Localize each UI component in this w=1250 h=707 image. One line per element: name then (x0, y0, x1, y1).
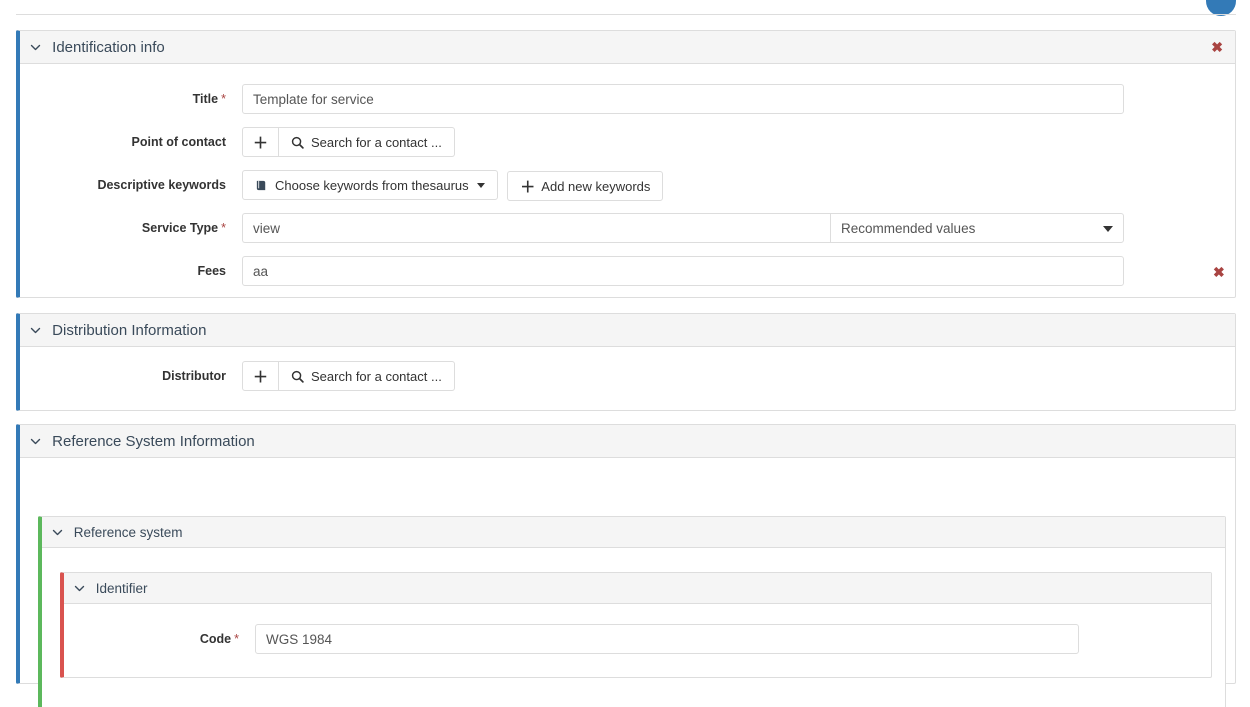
panel-reference-system-header[interactable]: Reference system (42, 517, 1225, 548)
add-new-keywords-button[interactable]: ＋ Add new keywords (507, 171, 664, 201)
label-title: Title * (192, 92, 226, 106)
label-distributor: Distributor (162, 369, 226, 383)
panel-reference-system-information-body: Reference system Identifier Code * WGS 1… (20, 458, 1235, 707)
label-point-of-contact: Point of contact (131, 135, 226, 149)
panel-identification-header[interactable]: Identification info ✖ (20, 31, 1235, 64)
plus-icon: ＋ (253, 134, 269, 152)
book-icon (255, 179, 268, 192)
choose-keywords-thesaurus-button[interactable]: Choose keywords from thesaurus (242, 170, 498, 200)
distributor-button-group: ＋ Search for a contact ... (242, 361, 455, 391)
panel-identification-info: Identification info ✖ Title* Point of co… (16, 30, 1236, 298)
descriptive-keywords-controls: Choose keywords from thesaurus ＋ Add new… (242, 170, 1235, 201)
panel-identifier-title: Identifier (95, 581, 148, 596)
search-contact-button[interactable]: Search for a contact ... (279, 127, 455, 157)
form-row-distributor: Distributor ＋ Search for a contact ... (20, 361, 1235, 391)
distributor-controls: ＋ Search for a contact ... (242, 361, 1235, 391)
panel-identification-title: Identification info (52, 39, 165, 56)
chevron-down-icon (30, 436, 41, 447)
label-code: Code * (199, 632, 239, 646)
form-row-descriptive-keywords: Descriptive keywords Choose keywords fro… (20, 170, 1235, 201)
panel-distribution-body: Distributor ＋ Search for a contact ... (20, 347, 1235, 409)
point-of-contact-controls: ＋ Search for a contact ... (242, 127, 1235, 157)
panel-reference-system-information: Reference System Information Reference s… (16, 424, 1236, 707)
chevron-down-icon (30, 42, 41, 53)
form-row-fees: Fees ✖ (20, 256, 1235, 286)
panel-reference-system-body: Identifier Code * (42, 548, 1225, 707)
plus-icon: ＋ (520, 178, 536, 196)
panel-identifier-body: Code * (64, 604, 1211, 676)
code-input-wrap (255, 624, 1211, 654)
remove-fees-button[interactable]: ✖ (1213, 265, 1225, 279)
panel-reference-system: Reference system Identifier Code * WGS 1… (38, 516, 1226, 707)
chevron-down-icon (52, 527, 63, 538)
panel-identifier-header[interactable]: Identifier (64, 573, 1211, 604)
add-new-keywords-label: Add new keywords (541, 178, 651, 194)
label-service-type: Service Type * (141, 221, 226, 235)
search-contact-label: Search for a contact ... (311, 134, 442, 150)
service-type-recommended-select[interactable]: Recommended values (830, 213, 1124, 243)
fees-input[interactable] (242, 256, 1124, 286)
panel-reference-system-information-header[interactable]: Reference System Information (20, 425, 1235, 458)
panel-distribution-title: Distribution Information (52, 322, 207, 339)
required-asterisk: * (221, 221, 226, 235)
chevron-down-icon (74, 583, 85, 594)
required-asterisk: * (234, 632, 239, 646)
panel-distribution-header[interactable]: Distribution Information (20, 314, 1235, 347)
form-row-point-of-contact: Point of contact ＋ Search for a contact … (20, 127, 1235, 157)
plus-icon: ＋ (253, 368, 269, 386)
title-input[interactable] (242, 84, 1124, 114)
fees-controls: ✖ (242, 256, 1235, 286)
service-type-controls: Recommended values (242, 213, 1235, 243)
panel-reference-system-title: Reference system (73, 525, 183, 540)
search-icon (291, 136, 304, 149)
required-asterisk: * (221, 92, 226, 106)
remove-identification-button[interactable]: ✖ (1211, 31, 1223, 63)
title-input-wrap (242, 84, 1235, 114)
label-descriptive-keywords: Descriptive keywords (97, 178, 226, 192)
metadata-editor-page: Identification info ✖ Title* Point of co… (0, 0, 1250, 707)
panel-distribution-information: Distribution Information Distributor ＋ S… (16, 313, 1236, 411)
chevron-down-icon (30, 325, 41, 336)
code-input[interactable] (255, 624, 1079, 654)
search-icon (291, 370, 304, 383)
form-row-service-type: Service Type* Recommended values (20, 213, 1235, 243)
service-type-combo: Recommended values (242, 213, 1124, 243)
chevron-down-icon (476, 182, 485, 188)
add-distributor-button[interactable]: ＋ (242, 361, 280, 391)
top-divider (16, 14, 1236, 15)
panel-identification-body: Title* Point of contact ＋ (20, 64, 1235, 296)
form-row-code: Code * (64, 624, 1211, 654)
search-distributor-label: Search for a contact ... (311, 368, 442, 384)
panel-identifier: Identifier Code * (60, 572, 1212, 678)
panel-reference-system-information-title: Reference System Information (52, 433, 255, 450)
search-distributor-button[interactable]: Search for a contact ... (279, 361, 455, 391)
label-fees: Fees (197, 264, 227, 278)
service-type-input[interactable] (242, 213, 830, 243)
point-of-contact-button-group: ＋ Search for a contact ... (242, 127, 455, 157)
add-contact-button[interactable]: ＋ (242, 127, 280, 157)
choose-keywords-label: Choose keywords from thesaurus (275, 177, 469, 193)
form-row-title: Title * (20, 84, 1235, 114)
service-type-select-wrap: Recommended values (830, 213, 1124, 243)
